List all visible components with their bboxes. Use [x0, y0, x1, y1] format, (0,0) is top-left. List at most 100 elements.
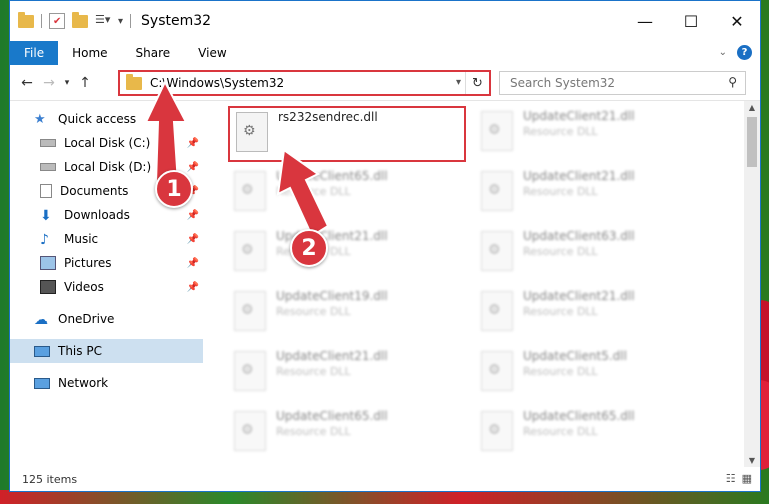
file-type: Resource DLL — [523, 365, 598, 378]
file-tile[interactable]: UpdateClient21.dllResource DLL — [228, 227, 468, 283]
recent-locations-icon[interactable]: ▾ — [60, 78, 74, 88]
tab-view[interactable]: View — [184, 41, 240, 65]
close-button[interactable]: ✕ — [714, 1, 760, 41]
file-type: Resource DLL — [276, 305, 351, 318]
search-input[interactable]: Search System32 ⚲ — [499, 71, 746, 95]
sidebar-item-label: Downloads — [64, 208, 130, 222]
explorer-body: ★ Quick access Local Disk (C:) 📌 Local D… — [10, 101, 760, 467]
large-icons-view-icon[interactable]: ▦ — [742, 472, 752, 485]
maximize-button[interactable]: ☐ — [668, 1, 714, 41]
window-title: System32 — [141, 13, 212, 29]
videos-icon — [40, 280, 56, 294]
file-tile[interactable]: UpdateClient65.dll Resource DLL — [475, 407, 715, 463]
file-type: Resource DLL — [523, 425, 598, 438]
dll-file-icon — [234, 231, 266, 271]
dll-file-icon — [236, 112, 268, 152]
sidebar-item-label: Documents — [60, 184, 129, 198]
file-tile[interactable]: UpdateClient21.dllResource DLL — [475, 107, 715, 163]
scroll-up-icon[interactable]: ▲ — [744, 103, 760, 112]
computer-icon — [34, 345, 50, 357]
sidebar-item-videos[interactable]: Videos 📌 — [10, 275, 203, 299]
dll-file-icon — [481, 411, 513, 451]
item-count: 125 items — [22, 472, 78, 486]
sidebar-item-this-pc[interactable]: This PC — [10, 339, 203, 363]
sidebar-item-pictures[interactable]: Pictures 📌 — [10, 251, 203, 275]
customize-toolbar-icon[interactable]: ▾ — [118, 16, 123, 27]
dll-file-icon — [481, 171, 513, 211]
dll-file-icon — [481, 231, 513, 271]
separator — [41, 14, 42, 28]
pictures-icon — [40, 256, 56, 270]
file-name: rs232sendrec.dll — [278, 110, 378, 124]
up-arrow-icon[interactable]: ↑ — [74, 75, 96, 91]
file-tile[interactable]: UpdateClient19.dll Resource DLL — [228, 287, 468, 343]
file-name: UpdateClient65.dll — [523, 409, 635, 423]
sidebar-item-label: Local Disk (D:) — [64, 160, 152, 174]
pin-icon: 📌 — [186, 257, 199, 269]
file-tile[interactable]: UpdateClient21.dll Resource DLL — [475, 287, 715, 343]
status-bar: 125 items ☷ ▦ — [10, 467, 760, 491]
sidebar-item-network[interactable]: Network — [10, 371, 203, 395]
quick-access-toolbar: ✔ ☰▾ ▾ — [10, 11, 132, 29]
details-view-icon[interactable]: ☷ — [726, 472, 736, 485]
file-tile[interactable]: UpdateClient63.dll Resource DLL — [475, 227, 715, 283]
vertical-scrollbar[interactable]: ▲ ▼ — [744, 101, 760, 467]
file-tile[interactable]: UpdateClient5.dll Resource DLL — [475, 347, 715, 403]
ribbon-tabs: File Home Share View ⌄ ? — [10, 41, 760, 65]
file-tile-rs232sendrec[interactable]: rs232sendrec.dll — [228, 106, 466, 162]
separator — [130, 14, 132, 28]
back-arrow-icon[interactable]: ← — [16, 75, 38, 91]
dll-file-icon — [234, 291, 266, 331]
dll-file-icon — [481, 351, 513, 391]
dll-file-icon — [481, 291, 513, 331]
music-icon: ♪ — [40, 232, 49, 248]
file-name: UpdateClient63.dll — [523, 229, 635, 243]
sidebar-item-music[interactable]: ♪ Music 📌 — [10, 227, 203, 251]
file-name: UpdateClient21.dll — [523, 289, 635, 303]
tab-home[interactable]: Home — [58, 41, 121, 65]
refresh-icon[interactable]: ↻ — [465, 72, 489, 94]
file-type: Resource DLL — [523, 245, 598, 258]
dll-file-icon — [481, 111, 513, 151]
file-tile[interactable]: UpdateClient65.dllResource DLL — [228, 167, 468, 223]
search-icon: ⚲ — [728, 75, 737, 89]
explorer-window: ✔ ☰▾ ▾ System32 — ☐ ✕ File Home Share Vi… — [9, 0, 761, 492]
pin-icon: 📌 — [186, 233, 199, 245]
title-bar: ✔ ☰▾ ▾ System32 — ☐ ✕ — [10, 1, 760, 41]
dll-file-icon — [234, 351, 266, 391]
tab-share[interactable]: Share — [122, 41, 185, 65]
view-toggle: ☷ ▦ — [726, 472, 752, 485]
drive-icon — [40, 139, 56, 147]
file-type: Resource DLL — [276, 425, 351, 438]
view-menu-icon[interactable]: ☰▾ — [95, 13, 111, 29]
chevron-down-icon[interactable]: ▾ — [456, 77, 461, 88]
file-type: Resource DLL — [523, 305, 598, 318]
file-tile[interactable]: UpdateClient21.dllResource DLL — [228, 347, 468, 403]
pin-icon: 📌 — [186, 209, 199, 221]
navigation-bar: ← → ▾ ↑ C:\Windows\System32 ▾ ↻ Search S… — [10, 65, 760, 101]
properties-icon[interactable]: ✔ — [49, 13, 65, 29]
scrollbar-thumb[interactable] — [747, 117, 757, 167]
folder-icon[interactable] — [18, 11, 34, 28]
dll-file-icon — [234, 171, 266, 211]
minimize-button[interactable]: — — [622, 1, 668, 41]
cloud-icon: ☁ — [34, 312, 48, 328]
forward-arrow-icon[interactable]: → — [38, 75, 60, 91]
file-tile[interactable]: UpdateClient21.dllResource DLL — [475, 167, 715, 223]
sidebar-item-label: Network — [58, 376, 109, 390]
tab-file[interactable]: File — [10, 41, 59, 65]
file-tile[interactable]: UpdateClient65.dll Resource DLL — [228, 407, 468, 463]
file-name: UpdateClient65.dll — [276, 409, 388, 423]
download-icon: ⬇ — [40, 208, 52, 224]
help-icon[interactable]: ? — [737, 45, 752, 60]
dll-file-icon — [234, 411, 266, 451]
sidebar-item-onedrive[interactable]: ☁ OneDrive — [10, 307, 203, 331]
scroll-down-icon[interactable]: ▼ — [744, 456, 760, 465]
sidebar-item-label: This PC — [58, 344, 102, 358]
expand-ribbon-icon[interactable]: ⌄ — [719, 47, 727, 58]
drive-icon — [40, 163, 56, 171]
window-controls: — ☐ ✕ — [622, 1, 760, 41]
new-folder-icon[interactable] — [72, 11, 88, 28]
step-badge-1: 1 — [155, 170, 193, 208]
sidebar-item-label: Quick access — [58, 112, 137, 126]
